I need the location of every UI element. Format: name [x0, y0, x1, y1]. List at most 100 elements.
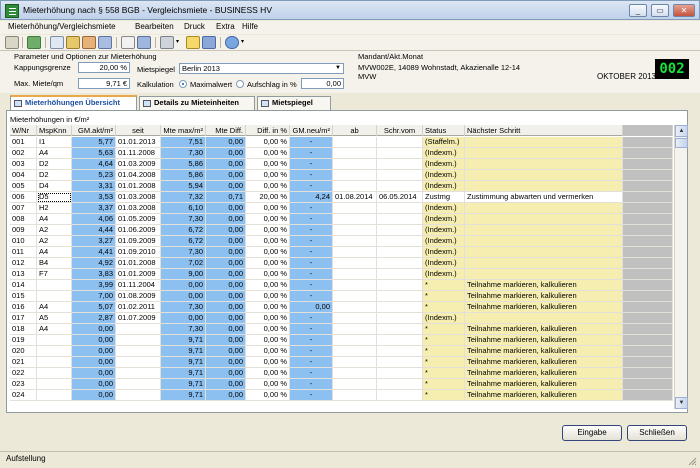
table-row[interactable]: 001 I1 5,77 01.01.2013 7,51 0,00 0,00 % - (Staff… — [10, 137, 673, 148]
flag-icon[interactable] — [27, 36, 41, 49]
cell-status[interactable]: (Indexm.) — [423, 170, 465, 181]
table-row[interactable]: 023 0,00 9,71 0,00 0,00 % - * Teilnahme markier… — [10, 379, 673, 390]
cell-schr-vom[interactable] — [377, 280, 423, 291]
cell-schr-vom[interactable] — [377, 313, 423, 324]
cell-seit[interactable]: 01.09.2010 — [116, 247, 161, 258]
cell-mte-diff[interactable]: 0,00 — [206, 137, 246, 148]
cell-gm-akt[interactable]: 0,00 — [72, 335, 116, 346]
cell-wnr[interactable]: 008 — [10, 214, 37, 225]
cell-status[interactable]: (Indexm.) — [423, 159, 465, 170]
cell-wnr[interactable]: 004 — [10, 170, 37, 181]
col-header-mspknn[interactable]: MspKnn — [37, 125, 72, 136]
cell-mte-max[interactable]: 0,00 — [161, 280, 206, 291]
cell-gm-akt[interactable]: 3,53 — [72, 192, 116, 203]
cell-status[interactable]: (Indexm.) — [423, 203, 465, 214]
cell-schr-vom[interactable] — [377, 390, 423, 401]
cell-ab[interactable] — [333, 390, 377, 401]
cell-gm-akt[interactable]: 4,64 — [72, 159, 116, 170]
cell-seit[interactable]: 01.01.2013 — [116, 137, 161, 148]
menu-druck[interactable]: Druck — [184, 22, 205, 31]
cell-gm-neu[interactable]: - — [290, 181, 333, 192]
cell-naechster-schritt[interactable]: Teilnahme markieren, kalkulieren — [465, 379, 623, 390]
cell-naechster-schritt[interactable]: Teilnahme markieren, kalkulieren — [465, 390, 623, 401]
cell-status[interactable]: * — [423, 302, 465, 313]
cell-seit[interactable]: 01.03.2008 — [116, 203, 161, 214]
cell-naechster-schritt[interactable]: Teilnahme markieren, kalkulieren — [465, 357, 623, 368]
cell-status[interactable]: * — [423, 291, 465, 302]
cell-diff-pct[interactable]: 0,00 % — [246, 379, 290, 390]
cell-mte-max[interactable]: 9,71 — [161, 335, 206, 346]
table-row[interactable]: 022 0,00 9,71 0,00 0,00 % - * Teilnahme markier… — [10, 368, 673, 379]
cell-diff-pct[interactable]: 0,00 % — [246, 247, 290, 258]
cell-seit[interactable]: 01.01.2008 — [116, 181, 161, 192]
cell-status[interactable]: * — [423, 390, 465, 401]
report-icon[interactable] — [82, 36, 96, 49]
cell-diff-pct[interactable]: 0,00 % — [246, 269, 290, 280]
cell-diff-pct[interactable]: 0,00 % — [246, 368, 290, 379]
cell-schr-vom[interactable] — [377, 214, 423, 225]
cell-status[interactable]: * — [423, 357, 465, 368]
cell-mspknn[interactable]: D2 — [37, 170, 72, 181]
cell-diff-pct[interactable]: 0,00 % — [246, 137, 290, 148]
cell-status[interactable]: (Indexm.) — [423, 247, 465, 258]
cell-mte-diff[interactable]: 0,00 — [206, 357, 246, 368]
menu-bearbeiten[interactable]: Bearbeiten — [135, 22, 174, 31]
cell-mte-max[interactable]: 7,30 — [161, 247, 206, 258]
cell-seit[interactable] — [116, 346, 161, 357]
cell-schr-vom[interactable] — [377, 346, 423, 357]
cell-diff-pct[interactable]: 0,00 % — [246, 390, 290, 401]
cell-mte-diff[interactable]: 0,00 — [206, 368, 246, 379]
help-dropdown-icon[interactable]: ▾ — [241, 38, 244, 45]
cell-mspknn[interactable]: A4 — [37, 302, 72, 313]
cell-wnr[interactable]: 013 — [10, 269, 37, 280]
cell-naechster-schritt[interactable] — [465, 258, 623, 269]
cell-ab[interactable] — [333, 269, 377, 280]
cell-mte-max[interactable]: 6,72 — [161, 236, 206, 247]
cell-diff-pct[interactable]: 20,00 % — [246, 192, 290, 203]
cell-mte-max[interactable]: 7,30 — [161, 214, 206, 225]
cell-wnr[interactable]: 006 — [10, 192, 37, 203]
cell-naechster-schritt[interactable]: Zustimmung abwarten und vermerken — [465, 192, 623, 203]
cell-gm-neu[interactable]: - — [290, 280, 333, 291]
cell-naechster-schritt[interactable] — [465, 159, 623, 170]
cell-status[interactable]: * — [423, 335, 465, 346]
cell-gm-akt[interactable]: 0,00 — [72, 368, 116, 379]
cell-mte-diff[interactable]: 0,00 — [206, 170, 246, 181]
cell-naechster-schritt[interactable] — [465, 225, 623, 236]
cell-ab[interactable] — [333, 368, 377, 379]
table-row[interactable]: 024 0,00 9,71 0,00 0,00 % - * Teilnahme markier… — [10, 390, 673, 401]
cell-wnr[interactable]: 015 — [10, 291, 37, 302]
col-header-mte-max[interactable]: Mte max/m² — [161, 125, 206, 136]
cell-ab[interactable] — [333, 159, 377, 170]
cell-mte-max[interactable]: 7,51 — [161, 137, 206, 148]
table-row[interactable]: 013 F7 3,83 01.01.2009 9,00 0,00 0,00 % - (Index… — [10, 269, 673, 280]
cell-ab[interactable] — [333, 137, 377, 148]
cell-gm-akt[interactable]: 5,63 — [72, 148, 116, 159]
table-row[interactable]: 018 A4 0,00 7,30 0,00 0,00 % - * Teilnahme marki… — [10, 324, 673, 335]
cell-status[interactable]: * — [423, 280, 465, 291]
cell-mte-diff[interactable]: 0,00 — [206, 346, 246, 357]
cell-mspknn[interactable]: A4 — [37, 247, 72, 258]
cell-gm-akt[interactable]: 0,00 — [72, 379, 116, 390]
cell-gm-neu[interactable]: - — [290, 357, 333, 368]
cell-gm-akt[interactable]: 7,00 — [72, 291, 116, 302]
cell-mte-diff[interactable]: 0,00 — [206, 324, 246, 335]
col-header-seit[interactable]: seit — [116, 125, 161, 136]
table-row[interactable]: 012 B4 4,92 01.01.2008 7,02 0,00 0,00 % - (Index… — [10, 258, 673, 269]
vertical-scrollbar[interactable]: ▲ ▼ — [674, 125, 688, 409]
cell-gm-neu[interactable]: - — [290, 324, 333, 335]
menu-hilfe[interactable]: Hilfe — [242, 22, 258, 31]
col-header-naechster-schritt[interactable]: Nächster Schritt — [465, 125, 623, 136]
cell-seit[interactable]: 01.04.2008 — [116, 170, 161, 181]
cell-naechster-schritt[interactable] — [465, 170, 623, 181]
cell-mte-diff[interactable]: 0,00 — [206, 247, 246, 258]
cell-seit[interactable]: 01.09.2009 — [116, 236, 161, 247]
menu-mieterhoehung[interactable]: Mieterhöhung/Vergleichsmiete — [8, 22, 116, 31]
close-button[interactable]: ✕ — [673, 4, 695, 17]
cell-gm-akt[interactable]: 3,27 — [72, 236, 116, 247]
cell-wnr[interactable]: 005 — [10, 181, 37, 192]
cell-mte-max[interactable]: 5,86 — [161, 159, 206, 170]
table-row[interactable]: 010 A2 3,27 01.09.2009 6,72 0,00 0,00 % - (Index… — [10, 236, 673, 247]
cell-status[interactable]: (Indexm.) — [423, 148, 465, 159]
cell-mspknn[interactable] — [37, 368, 72, 379]
